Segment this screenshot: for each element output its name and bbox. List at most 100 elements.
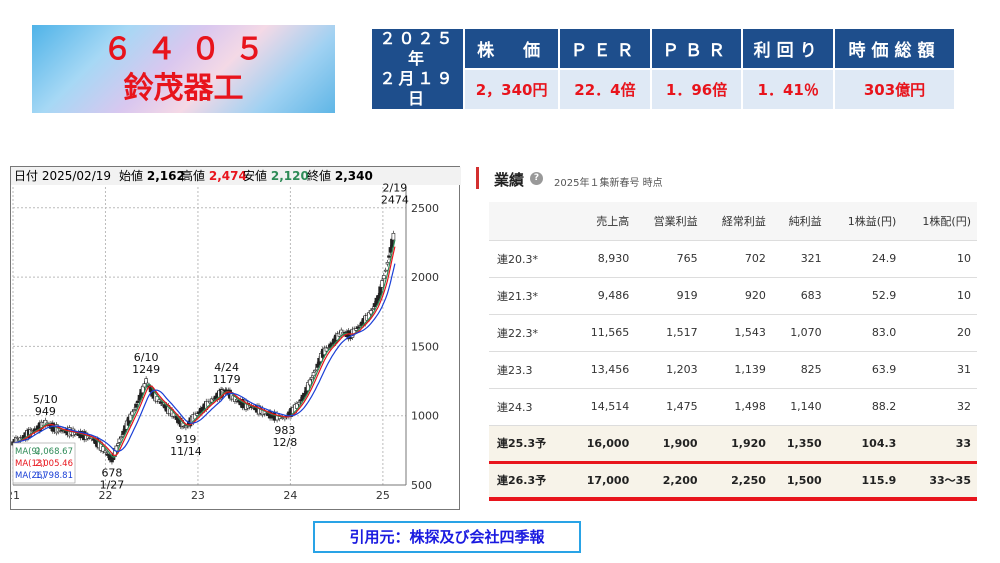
earnings-panel: 業績 ? 2025年１集新春号 時点 売上高 営業利益 経常利益 純利益 1株益… (476, 165, 986, 505)
cell-period: 連25.3予 (489, 424, 569, 464)
cell-ordinary-profit: 1,498 (703, 387, 772, 425)
cell-sales: 8,930 (569, 239, 636, 277)
col-header-period (489, 202, 569, 240)
candle-body (370, 308, 375, 310)
cell-period: 連26.3予 (489, 461, 569, 501)
y-tick-label: 2000 (411, 271, 439, 284)
candle-body (132, 409, 136, 411)
company-logo-banner: ６４０５ 鈴茂器工 (32, 25, 335, 113)
cell-period: 連22.3* (489, 313, 569, 351)
chart-svg: 日付 2025/02/19 始値 2,162 高値 2,474 安値 2,120… (11, 167, 461, 502)
candle-body (136, 400, 140, 403)
cell-ordinary-profit: 1,139 (703, 350, 772, 388)
annotation-label: 1249 (132, 363, 160, 376)
cell-period: 連20.3* (489, 239, 569, 277)
indicator-date: ２０２５年 ２月１９日 (372, 29, 464, 109)
cell-dps: 31 (902, 350, 977, 388)
value-pbr: 1．96倍 (649, 68, 743, 109)
cell-sales: 17,000 (569, 461, 636, 501)
value-price: 2，340円 (462, 68, 560, 109)
cell-operating-profit: 1,475 (635, 387, 704, 425)
candle-body (296, 402, 301, 405)
earnings-table: 売上高 営業利益 経常利益 純利益 1株益(円) 1株配(円) 連20.3* 8,… (489, 202, 977, 501)
candle-body (391, 232, 396, 241)
col-header-net-profit: 純利益 (771, 202, 828, 240)
indicator-date-line2: ２月１９日 (379, 69, 456, 108)
cell-operating-profit: 765 (635, 239, 704, 277)
cell-ordinary-profit: 1,920 (703, 424, 772, 464)
x-tick-label: 25 (376, 489, 390, 502)
candle-body (308, 379, 312, 386)
earnings-row: 連25.3予 16,000 1,900 1,920 1,350 104.3 33 (489, 424, 977, 464)
candle-body (159, 401, 163, 404)
header-yield: 利回り (741, 29, 834, 69)
cell-eps: 24.9 (827, 239, 903, 277)
candle-body (380, 280, 384, 288)
cell-eps: 83.0 (827, 313, 903, 351)
earnings-row: 連22.3* 11,565 1,517 1,543 1,070 83.0 20 (489, 313, 977, 351)
candle-body (382, 275, 386, 280)
candle-body (116, 443, 120, 446)
cell-operating-profit: 919 (635, 276, 704, 314)
cell-sales: 14,514 (569, 387, 636, 425)
annotation-label: 1179 (213, 373, 241, 386)
chart-date-label: 日付 2025/02/19 (14, 169, 111, 183)
annotation-label: 12/8 (273, 436, 298, 449)
stock-price-chart: 日付 2025/02/19 始値 2,162 高値 2,474 安値 2,120… (10, 166, 461, 510)
cell-sales: 16,000 (569, 424, 636, 464)
cell-ordinary-profit: 702 (703, 239, 772, 277)
ma-legend: MA(9)2,068.67MA(13)2,005.46MA(26)1,798.8… (12, 442, 76, 484)
annotation-label: 949 (35, 405, 56, 418)
candle-body (313, 369, 318, 372)
cell-dps: 33〜35 (902, 461, 977, 501)
earnings-row: 連20.3* 8,930 765 702 321 24.9 10 (489, 239, 977, 277)
col-header-ordinary-profit: 経常利益 (703, 202, 772, 240)
annotation-label: 1/27 (100, 478, 125, 491)
header-price: 株 価 (462, 29, 560, 69)
header-pbr: ＰＢＲ (649, 29, 743, 69)
x-tick-label: 24 (283, 489, 297, 502)
source-caption: 引用元：株探及び会社四季報 (313, 521, 581, 553)
ma-legend-value: 2,068.67 (35, 447, 73, 457)
value-market-cap: 303億円 (832, 68, 954, 109)
cell-net-profit: 683 (771, 276, 828, 314)
candle-body (157, 399, 161, 402)
ma-legend-value: 1,798.81 (35, 471, 73, 481)
chart-high: 高値 2,474 (181, 168, 247, 183)
y-tick-label: 500 (411, 479, 432, 492)
cell-net-profit: 321 (771, 239, 828, 277)
cell-operating-profit: 1,203 (635, 350, 704, 388)
help-icon[interactable]: ? (530, 172, 543, 185)
cell-ordinary-profit: 2,250 (703, 461, 772, 501)
candle-body (195, 413, 199, 416)
header-per: ＰＥＲ (558, 29, 651, 69)
title-accent-bar (476, 167, 479, 189)
col-header-sales: 売上高 (569, 202, 636, 240)
stock-code: ６４０５ (102, 32, 279, 67)
header-market-cap: 時価総額 (832, 29, 954, 69)
earnings-row: 連26.3予 17,000 2,200 2,250 1,500 115.9 33〜35 (489, 461, 977, 501)
x-tick-label: 23 (191, 489, 205, 502)
cell-dps: 32 (902, 387, 977, 425)
candle-body (388, 247, 393, 253)
x-tick-label: 21 (11, 489, 20, 502)
col-header-dps: 1株配(円) (902, 202, 977, 240)
earnings-row: 連21.3* 9,486 919 920 683 52.9 10 (489, 276, 977, 314)
candle-body (357, 325, 362, 327)
indicator-table: ２０２５年 ２月１９日 株 価 ＰＥＲ ＰＢＲ 利回り 時価総額 2，340円 … (372, 29, 954, 109)
cell-eps: 115.9 (827, 461, 903, 501)
value-yield: 1．41％ (741, 68, 834, 109)
cell-dps: 20 (902, 313, 977, 351)
candle-body (383, 269, 388, 272)
earnings-title: 業績 (494, 171, 525, 189)
candle-body (387, 255, 391, 258)
cell-dps: 10 (902, 239, 977, 277)
cell-eps: 63.9 (827, 350, 903, 388)
indicator-date-line1: ２０２５年 (379, 29, 456, 68)
cell-net-profit: 825 (771, 350, 828, 388)
cell-eps: 52.9 (827, 276, 903, 314)
annotation-label: 2474 (381, 193, 409, 206)
cell-period: 連24.3 (489, 387, 569, 425)
cell-net-profit: 1,350 (771, 424, 828, 464)
candle-body (356, 326, 360, 329)
